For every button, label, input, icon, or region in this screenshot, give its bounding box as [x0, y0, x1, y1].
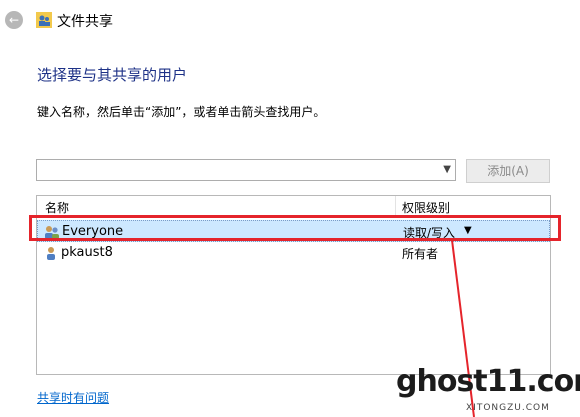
user-icon [47, 247, 55, 260]
people-share-icon [36, 12, 52, 28]
column-divider [395, 196, 396, 216]
list-header: 名称 权限级别 [37, 196, 550, 217]
chevron-down-icon[interactable]: ▼ [443, 164, 451, 175]
watermark: ghost11.com XITONGZU.COM [396, 364, 580, 417]
back-arrow-icon: ← [8, 13, 20, 27]
window-title: 文件共享 [57, 14, 113, 30]
back-button[interactable]: ← [5, 11, 23, 29]
user-name: pkaust8 [61, 245, 113, 260]
permission-level: 所有者 [402, 247, 439, 261]
help-link[interactable]: 共享时有问题 [37, 389, 109, 406]
instruction-text: 键入名称，然后单击“添加”，或者单击箭头查找用户。 [37, 105, 326, 119]
column-header-permission[interactable]: 权限级别 [402, 199, 450, 216]
table-row[interactable]: pkaust8 所有者 [37, 242, 550, 264]
annotation-highlight-box [29, 215, 561, 241]
title-bar: ← 文件共享 [0, 0, 580, 40]
watermark-text: ghost11.com [396, 364, 580, 399]
column-header-name[interactable]: 名称 [45, 199, 69, 216]
user-name-combobox[interactable]: ▼ [36, 159, 456, 181]
page-heading: 选择要与其共享的用户 [37, 66, 188, 84]
add-button[interactable]: 添加(A) [466, 159, 550, 183]
watermark-subtext: XITONGZU.COM [466, 403, 550, 413]
